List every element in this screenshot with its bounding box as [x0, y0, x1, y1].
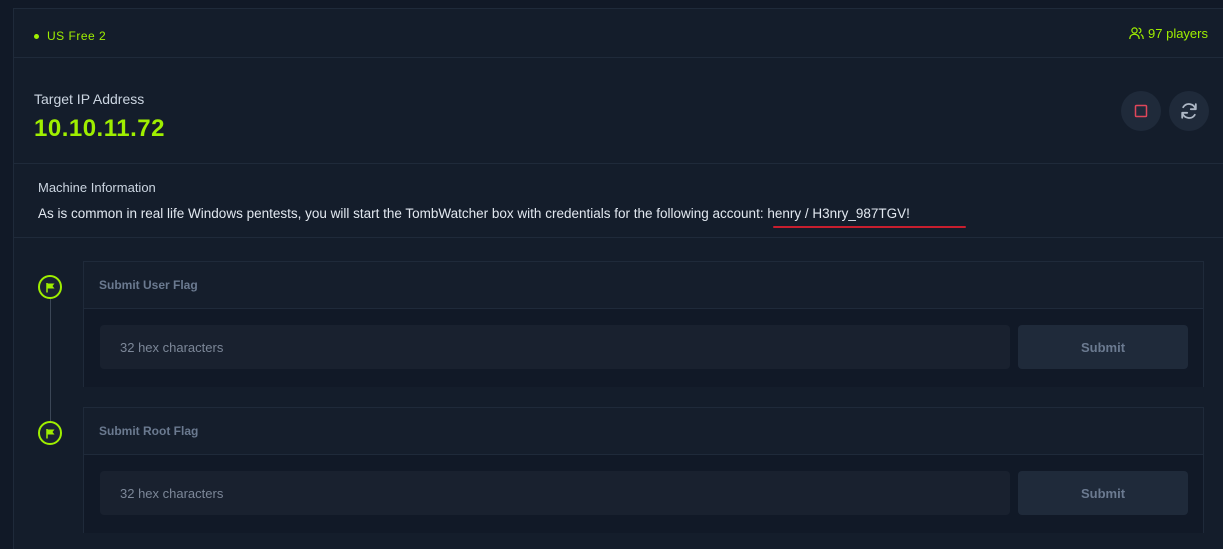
user-flag-status-icon [38, 275, 62, 299]
machine-info-description: As is common in real life Windows pentes… [38, 206, 910, 221]
players-label: 97 players [1148, 26, 1208, 41]
users-icon [1129, 27, 1144, 40]
root-flag-input[interactable] [100, 471, 1010, 515]
stop-machine-button[interactable] [1121, 91, 1161, 131]
players-count: 97 players [1129, 26, 1208, 41]
flag-icon [45, 282, 54, 292]
timeline-connector [50, 299, 51, 423]
root-flag-body: Submit [84, 455, 1203, 533]
stop-icon [1134, 104, 1148, 118]
target-ip-value[interactable]: 10.10.11.72 [34, 115, 165, 143]
credentials-underline [773, 226, 966, 228]
user-flag-input[interactable] [100, 325, 1010, 369]
flag-icon [45, 428, 54, 438]
machine-info-title: Machine Information [38, 180, 156, 195]
user-flag-card: Submit User Flag Submit [83, 261, 1204, 387]
server-bar: US Free 2 97 players [14, 9, 1223, 58]
user-flag-title: Submit User Flag [84, 262, 1203, 309]
root-flag-status-icon [38, 421, 62, 445]
target-ip-label: Target IP Address [34, 91, 145, 107]
machine-info-section: Machine Information As is common in real… [14, 164, 1223, 238]
reset-machine-button[interactable] [1169, 91, 1209, 131]
server-indicator: US Free 2 [34, 29, 106, 43]
user-flag-body: Submit [84, 309, 1203, 387]
target-section: Target IP Address 10.10.11.72 [14, 58, 1223, 164]
refresh-icon [1181, 103, 1197, 119]
root-flag-submit-button[interactable]: Submit [1018, 471, 1188, 515]
user-flag-submit-button[interactable]: Submit [1018, 325, 1188, 369]
server-name: US Free 2 [47, 29, 107, 43]
root-flag-title: Submit Root Flag [84, 408, 1203, 455]
machine-panel: US Free 2 97 players Target IP Address 1… [13, 8, 1223, 549]
status-dot [34, 33, 39, 39]
root-flag-card: Submit Root Flag Submit [83, 407, 1204, 533]
